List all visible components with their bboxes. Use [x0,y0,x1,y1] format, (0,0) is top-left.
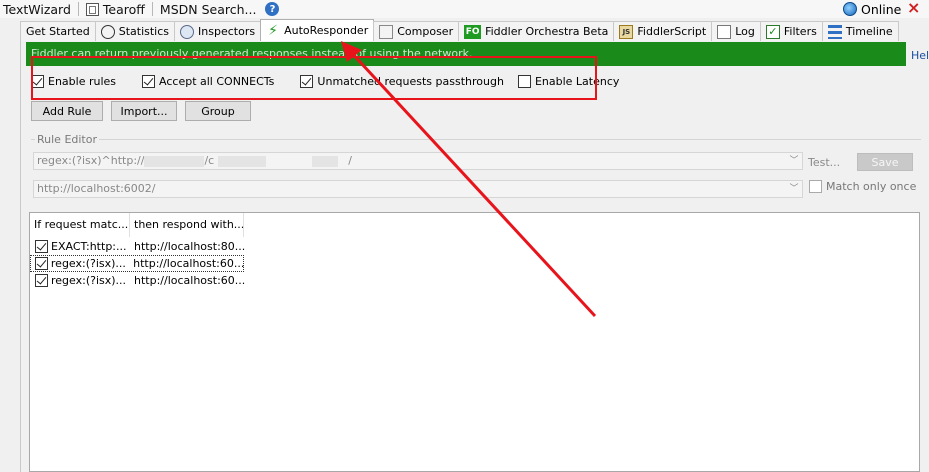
close-icon[interactable]: × [907,0,920,17]
match-text-b: /c [204,154,215,167]
import-button[interactable]: Import... [111,101,177,121]
tab-label: Inspectors [198,25,256,38]
tab-log[interactable]: Log [711,21,761,41]
tab-inspectors[interactable]: Inspectors [174,21,262,41]
textwizard-button[interactable]: TextWizard [0,0,74,18]
tab-label: Timeline [845,25,893,38]
tab-fiddlerscript[interactable]: JS FiddlerScript [613,21,713,41]
tab-timeline[interactable]: Timeline [821,21,899,41]
rule-checkbox[interactable] [35,274,48,287]
checkbox-icon: ✓ [765,24,780,39]
response-dropdown[interactable]: ﹀ [786,180,803,198]
match-input[interactable]: regex:(?isx)^http:// /c / [33,152,803,170]
tab-label: Composer [397,25,454,38]
rule-match-cell: EXACT:http:... [51,240,127,253]
save-button[interactable]: Save [857,153,913,171]
match-text-a: regex:(?isx)^http:// [37,154,145,167]
inspectors-icon [180,24,195,39]
column-header-match[interactable]: If request matc... [30,213,130,237]
rule-response-cell: http://localhost:80... [134,240,246,253]
tab-filters[interactable]: ✓ Filters [759,21,823,41]
redaction-mask [312,155,339,167]
rule-checkbox[interactable] [35,240,48,253]
autoresponder-panel: Fiddler can return previously generated … [20,41,929,472]
tab-label: Statistics [118,25,170,38]
table-row[interactable]: regex:(?isx)... http://localhost:60... [30,255,244,272]
rules-list-header: If request matc... then respond with... [30,213,919,237]
table-row[interactable]: regex:(?isx)... http://localhost:60... [30,272,246,289]
tab-label: FiddlerScript [637,25,707,38]
help-icon[interactable]: ? [265,2,280,16]
toolbar-divider [77,2,79,16]
online-indicator[interactable]: Online [843,0,901,18]
chevron-down-icon: ﹀ [789,156,799,166]
annotation-highlight-box [31,56,597,100]
redaction-mask [218,155,267,167]
add-rule-button[interactable]: Add Rule [31,101,103,121]
redaction-mask [144,155,205,167]
group-button[interactable]: Group [185,101,251,121]
rule-editor-legend: Rule Editor [35,133,99,146]
tearoff-label: Tearoff [102,1,145,17]
msdn-search-input[interactable]: MSDN Search... [157,0,260,18]
tab-bar: Get Started Statistics Inspectors ⚡ Auto… [20,19,929,41]
table-row[interactable]: EXACT:http:... http://localhost:80... [30,238,246,255]
tearoff-icon [85,2,99,16]
toolbar-divider [151,2,153,16]
rule-response-cell: http://localhost:60... [133,257,244,270]
tab-statistics[interactable]: Statistics [94,21,176,41]
test-link[interactable]: Test... [808,156,840,169]
online-label: Online [861,1,902,17]
rule-match-cell: regex:(?isx)... [50,257,126,270]
clock-icon [100,24,115,39]
checkbox-unchecked-icon [809,180,822,193]
rule-match-cell: regex:(?isx)... [51,274,127,287]
globe-icon [843,2,857,16]
script-icon: JS [619,24,634,39]
column-header-response[interactable]: then respond with... [130,213,244,237]
rules-list[interactable]: If request matc... then respond with... … [29,212,920,472]
tab-get-started[interactable]: Get Started [20,21,96,41]
tearoff-button[interactable]: Tearoff [83,0,148,18]
tab-label: Fiddler Orchestra Beta [485,25,609,38]
match-dropdown[interactable]: ﹀ [786,152,803,170]
tab-label: Log [735,25,755,38]
tab-label: Get Started [26,25,90,38]
tab-autoresponder[interactable]: ⚡ AutoResponder [260,19,375,41]
help-link[interactable]: Help [911,49,929,62]
tab-label: Filters [783,25,817,38]
rule-checkbox[interactable] [35,257,48,270]
timeline-icon [827,24,842,39]
top-toolbar: TextWizard Tearoff MSDN Search... ? [0,0,929,18]
tab-label: AutoResponder [284,24,369,37]
chevron-down-icon: ﹀ [789,184,799,194]
tab-fiddler-orchestra[interactable]: FO Fiddler Orchestra Beta [458,21,615,41]
option-label: Match only once [826,180,917,193]
rule-response-cell: http://localhost:60... [134,274,246,287]
response-input[interactable]: http://localhost:6002/ [33,180,803,198]
lightning-icon: ⚡ [268,22,278,39]
tab-composer[interactable]: Composer [373,21,460,41]
log-icon [717,24,732,39]
fo-icon: FO [464,24,482,39]
match-only-once-checkbox[interactable]: Match only once [809,180,916,193]
response-text: http://localhost:6002/ [37,182,156,195]
match-text-c: / [348,154,352,167]
button-row: Add Rule Import... Group [31,101,259,121]
composer-icon [379,24,394,39]
